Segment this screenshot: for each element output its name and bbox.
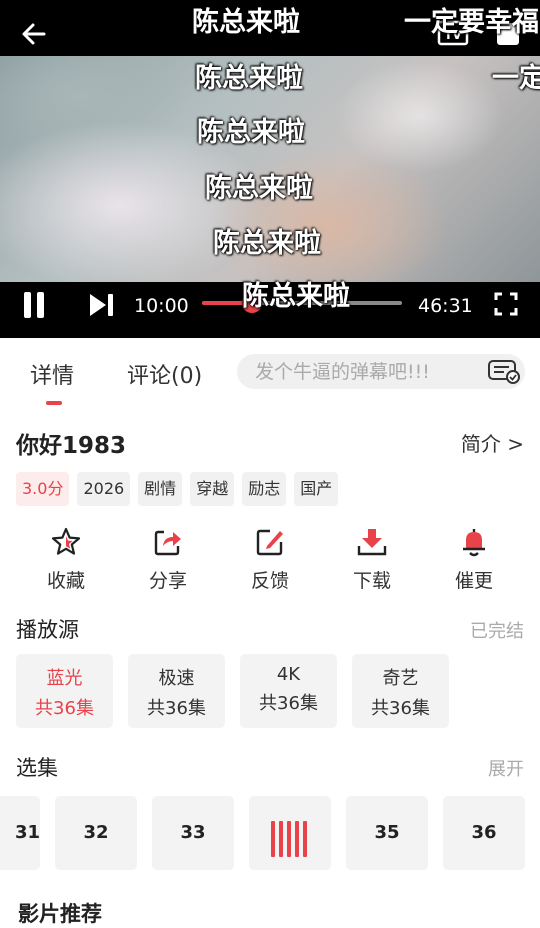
danmaku-comment: 陈总来啦 [192,7,300,38]
share-icon [152,526,184,558]
source-count: 共36集 [259,693,318,714]
details-panel: 你好1983 简介 > 3.0分 2026 剧情 穿越 励志 国产 收藏 分享 … [0,406,540,926]
source-count: 共36集 [147,698,206,719]
danmaku-comment: 陈总来啦 [197,117,305,148]
total-time: 46:31 [418,295,473,317]
expand-link[interactable]: 展开 [488,755,524,781]
download-button[interactable]: 下载 [337,526,407,593]
favorite-label: 收藏 [46,570,85,592]
episode-item[interactable]: 33 [152,796,234,870]
download-label: 下载 [352,570,391,592]
source-name: 极速 [158,668,195,689]
source-item-qiyi[interactable]: 奇艺 共36集 [352,654,449,728]
source-count: 共36集 [371,698,430,719]
urge-update-label: 催更 [454,570,493,592]
danmaku-comment: 陈总来啦 [195,63,303,94]
video-player[interactable]: TV 陈总来啦 一定要幸福 陈总来啦 一定 陈总来啦 陈总来啦 陈总来啦 10:… [0,0,540,338]
danmaku-comment: 陈总来啦 [213,228,321,259]
danmaku-comment: 一定 [492,63,540,94]
source-name: 奇艺 [382,668,419,689]
region-tag: 国产 [294,472,339,506]
source-section-title: 播放源 [16,618,79,642]
star-icon [50,526,82,558]
tab-bar: 详情 评论(0) [0,338,540,406]
share-button[interactable]: 分享 [133,526,203,593]
current-time: 10:00 [134,295,189,317]
genre-tag: 励志 [242,472,287,506]
active-tab-indicator [46,401,62,405]
source-item-4k[interactable]: 4K 共36集 [240,654,337,728]
source-list: 蓝光 共36集 极速 共36集 4K 共36集 奇艺 共36集 [16,654,449,728]
score-tag: 3.0分 [16,472,70,506]
danmaku-comment: 陈总来啦 [242,281,350,312]
feedback-label: 反馈 [250,570,289,592]
completed-status: 已完结 [470,621,524,642]
danmaku-input[interactable] [237,354,525,389]
movie-title: 你好1983 [16,433,127,459]
episode-item[interactable]: 35 [346,796,428,870]
danmaku-settings-icon[interactable] [487,359,521,385]
tag-list: 3.0分 2026 剧情 穿越 励志 国产 [16,472,339,506]
episode-item-playing[interactable] [249,796,331,870]
genre-tag: 穿越 [190,472,235,506]
action-bar: 收藏 分享 反馈 下载 催更 [0,526,540,596]
tab-comments[interactable]: 评论(0) [127,358,202,390]
episode-item[interactable]: 31 [0,796,40,870]
next-episode-icon[interactable] [88,292,116,318]
tab-details[interactable]: 详情 [30,358,74,390]
fullscreen-icon[interactable] [494,292,518,316]
source-item-jisu[interactable]: 极速 共36集 [128,654,225,728]
source-name: 蓝光 [46,668,83,689]
year-tag: 2026 [77,472,131,506]
source-name: 4K [276,664,301,685]
share-label: 分享 [148,570,187,592]
feedback-button[interactable]: 反馈 [235,526,305,593]
favorite-button[interactable]: 收藏 [31,526,101,593]
pause-icon[interactable] [22,291,48,319]
episode-section-title: 选集 [16,756,58,780]
playing-indicator-icon [270,815,310,857]
danmaku-comment: 陈总来啦 [205,173,313,204]
danmaku-comment: 一定要幸福 [404,7,539,38]
edit-icon [254,526,286,558]
intro-link[interactable]: 简介 > [461,428,524,457]
episode-item[interactable]: 32 [55,796,137,870]
download-icon [356,526,388,558]
episode-item[interactable]: 36 [443,796,525,870]
source-item-lanmiao[interactable]: 蓝光 共36集 [16,654,113,728]
urge-update-button[interactable]: 催更 [439,526,509,593]
episode-list: 31 32 33 35 36 [0,796,540,872]
player-controls: 10:00 陈总来啦 46:31 [0,281,540,338]
source-count: 共36集 [35,698,94,719]
genre-tag: 剧情 [138,472,183,506]
back-arrow-icon[interactable] [20,20,48,48]
bell-icon [458,526,490,558]
